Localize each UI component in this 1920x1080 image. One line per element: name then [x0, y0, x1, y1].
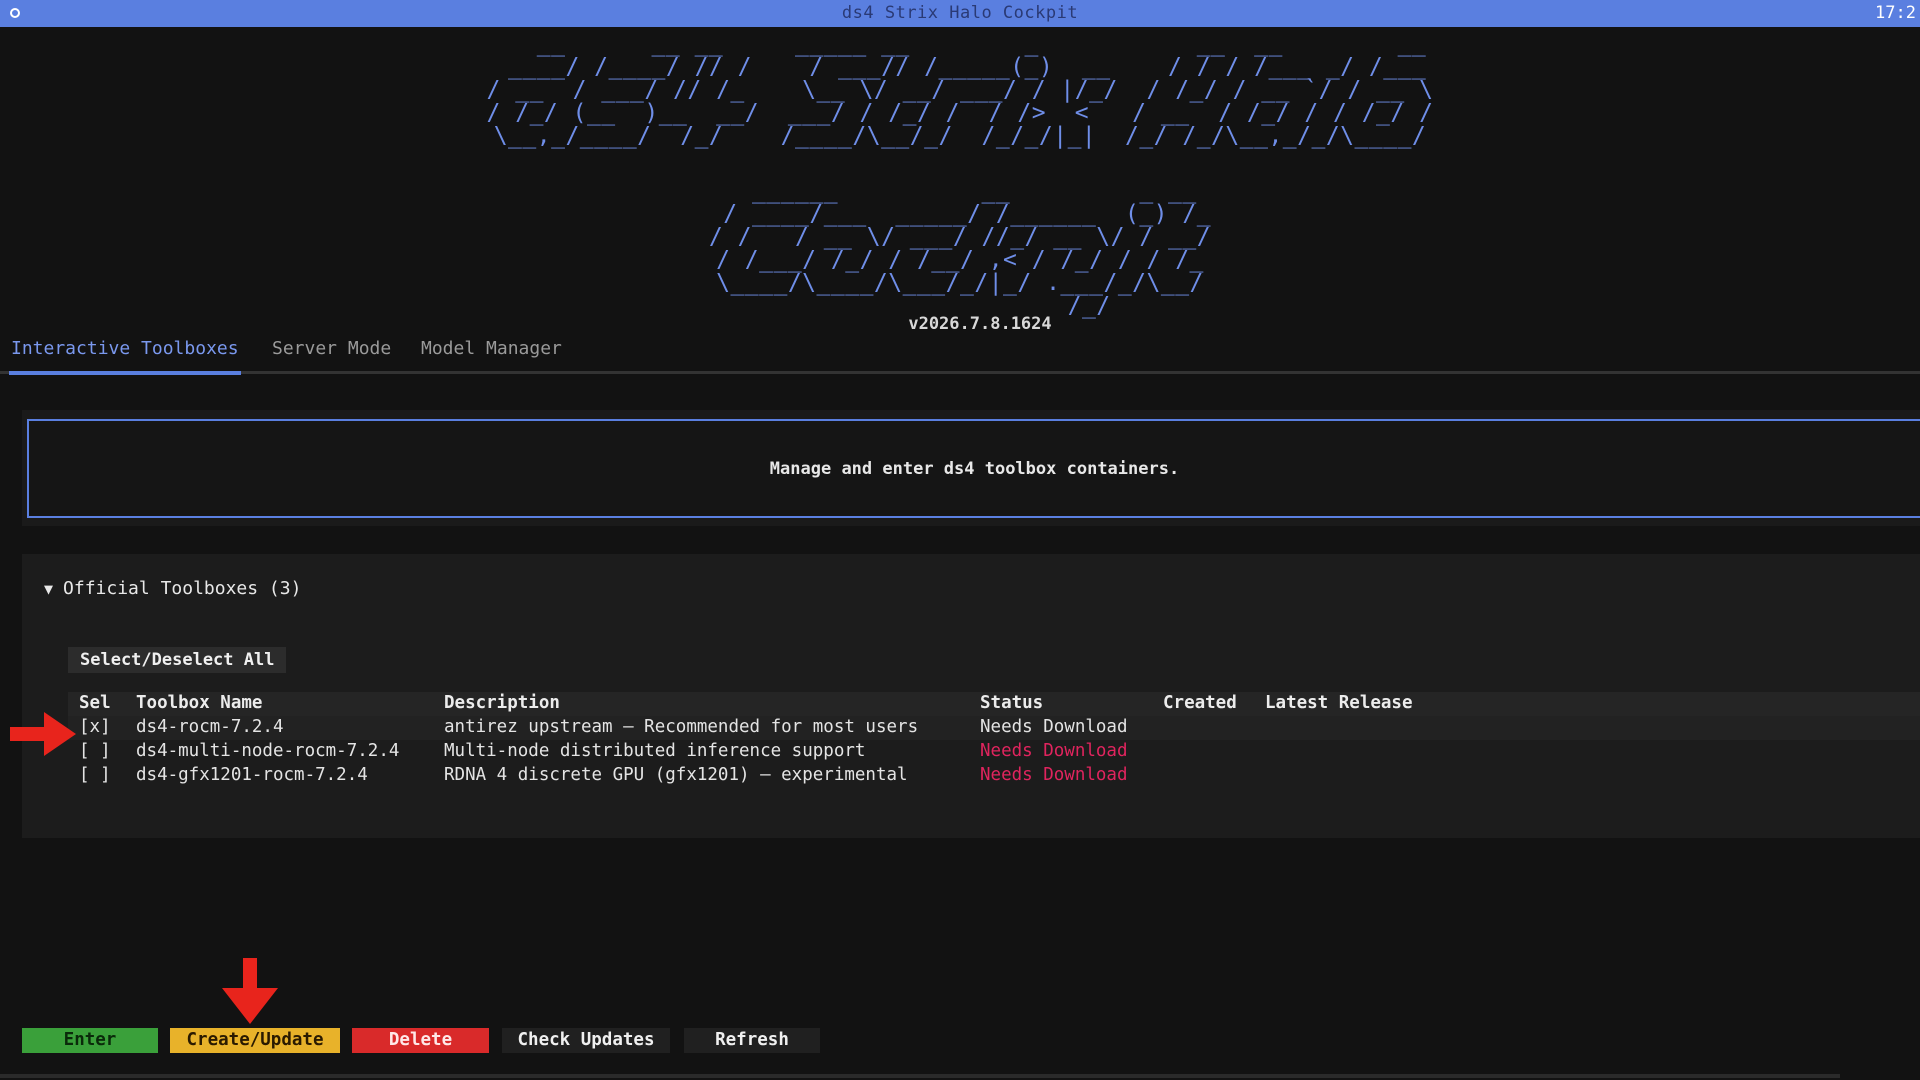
arrow-down-icon: [222, 958, 278, 1024]
table-header-row: Sel Toolbox Name Description Status Crea…: [68, 692, 1920, 716]
window-titlebar: ds4 Strix Halo Cockpit 17:2: [0, 0, 1920, 27]
row-toolbox-name: ds4-multi-node-rocm-7.2.4: [136, 741, 400, 761]
row-status: Needs Download: [980, 741, 1128, 761]
version-label: v2026.7.8.1624: [908, 314, 1052, 334]
col-header-sel[interactable]: Sel: [79, 693, 111, 713]
col-header-name[interactable]: Toolbox Name: [136, 693, 262, 713]
row-status: Needs Download: [980, 765, 1128, 785]
tab-server-mode[interactable]: Server Mode: [270, 336, 393, 374]
window-title: ds4 Strix Halo Cockpit: [841, 3, 1079, 23]
row-checkbox[interactable]: [x]: [79, 717, 111, 737]
col-header-latest-release[interactable]: Latest Release: [1265, 693, 1413, 713]
tab-interactive-toolboxes[interactable]: Interactive Toolboxes: [9, 336, 241, 375]
col-header-description[interactable]: Description: [444, 693, 560, 713]
row-description: RDNA 4 discrete GPU (gfx1201) — experime…: [444, 765, 908, 785]
row-toolbox-name: ds4-gfx1201-rocm-7.2.4: [136, 765, 368, 785]
info-panel: Manage and enter ds4 toolbox containers.: [22, 410, 1920, 526]
toolbox-panel: ▼ Official Toolboxes (3) Select/Deselect …: [22, 554, 1920, 838]
info-text: Manage and enter ds4 toolbox containers.: [769, 458, 1180, 479]
create-update-button[interactable]: Create/Update: [170, 1028, 340, 1053]
section-official-toolboxes[interactable]: ▼ Official Toolboxes (3): [44, 578, 301, 599]
select-all-button[interactable]: Select/Deselect All: [68, 647, 287, 673]
delete-button[interactable]: Delete: [352, 1028, 489, 1053]
table-row[interactable]: [ ] ds4-multi-node-rocm-7.2.4 Multi-node…: [68, 740, 1920, 764]
row-description: Multi-node distributed inference support: [444, 741, 866, 761]
ascii-banner-title: __ __ __ _____ __ _ __ __ __ ____/ /____…: [486, 31, 1434, 149]
bottom-divider: [0, 1074, 1840, 1078]
col-header-created[interactable]: Created: [1163, 693, 1237, 713]
row-description: antirez upstream — Recommended for most …: [444, 717, 919, 737]
table-row[interactable]: [x] ds4-rocm-7.2.4 antirez upstream — Re…: [68, 716, 1920, 740]
check-updates-button[interactable]: Check Updates: [502, 1028, 670, 1053]
refresh-button[interactable]: Refresh: [684, 1028, 820, 1053]
info-box: Manage and enter ds4 toolbox containers.: [27, 419, 1920, 518]
caret-down-icon: ▼: [44, 580, 54, 598]
col-header-status[interactable]: Status: [980, 693, 1043, 713]
row-checkbox[interactable]: [ ]: [79, 741, 111, 761]
arrow-right-icon: [10, 712, 76, 756]
enter-button[interactable]: Enter: [22, 1028, 158, 1053]
row-checkbox[interactable]: [ ]: [79, 765, 111, 785]
clock: 17:2: [1875, 3, 1916, 23]
action-bar: Enter Create/Update Delete Check Updates…: [0, 1028, 1920, 1054]
table-row[interactable]: [ ] ds4-gfx1201-rocm-7.2.4 RDNA 4 discre…: [68, 764, 1920, 788]
ascii-banner-subtitle: ______ __ _ __ / ____/___ _____/ /______…: [708, 178, 1212, 319]
tab-model-manager[interactable]: Model Manager: [419, 336, 564, 374]
toolbox-table: Sel Toolbox Name Description Status Crea…: [68, 692, 1920, 788]
tab-bar: Interactive Toolboxes Server Mode Model …: [0, 336, 1920, 375]
section-title: Official Toolboxes (3): [63, 578, 302, 599]
row-status: Needs Download: [980, 717, 1128, 737]
row-toolbox-name: ds4-rocm-7.2.4: [136, 717, 284, 737]
